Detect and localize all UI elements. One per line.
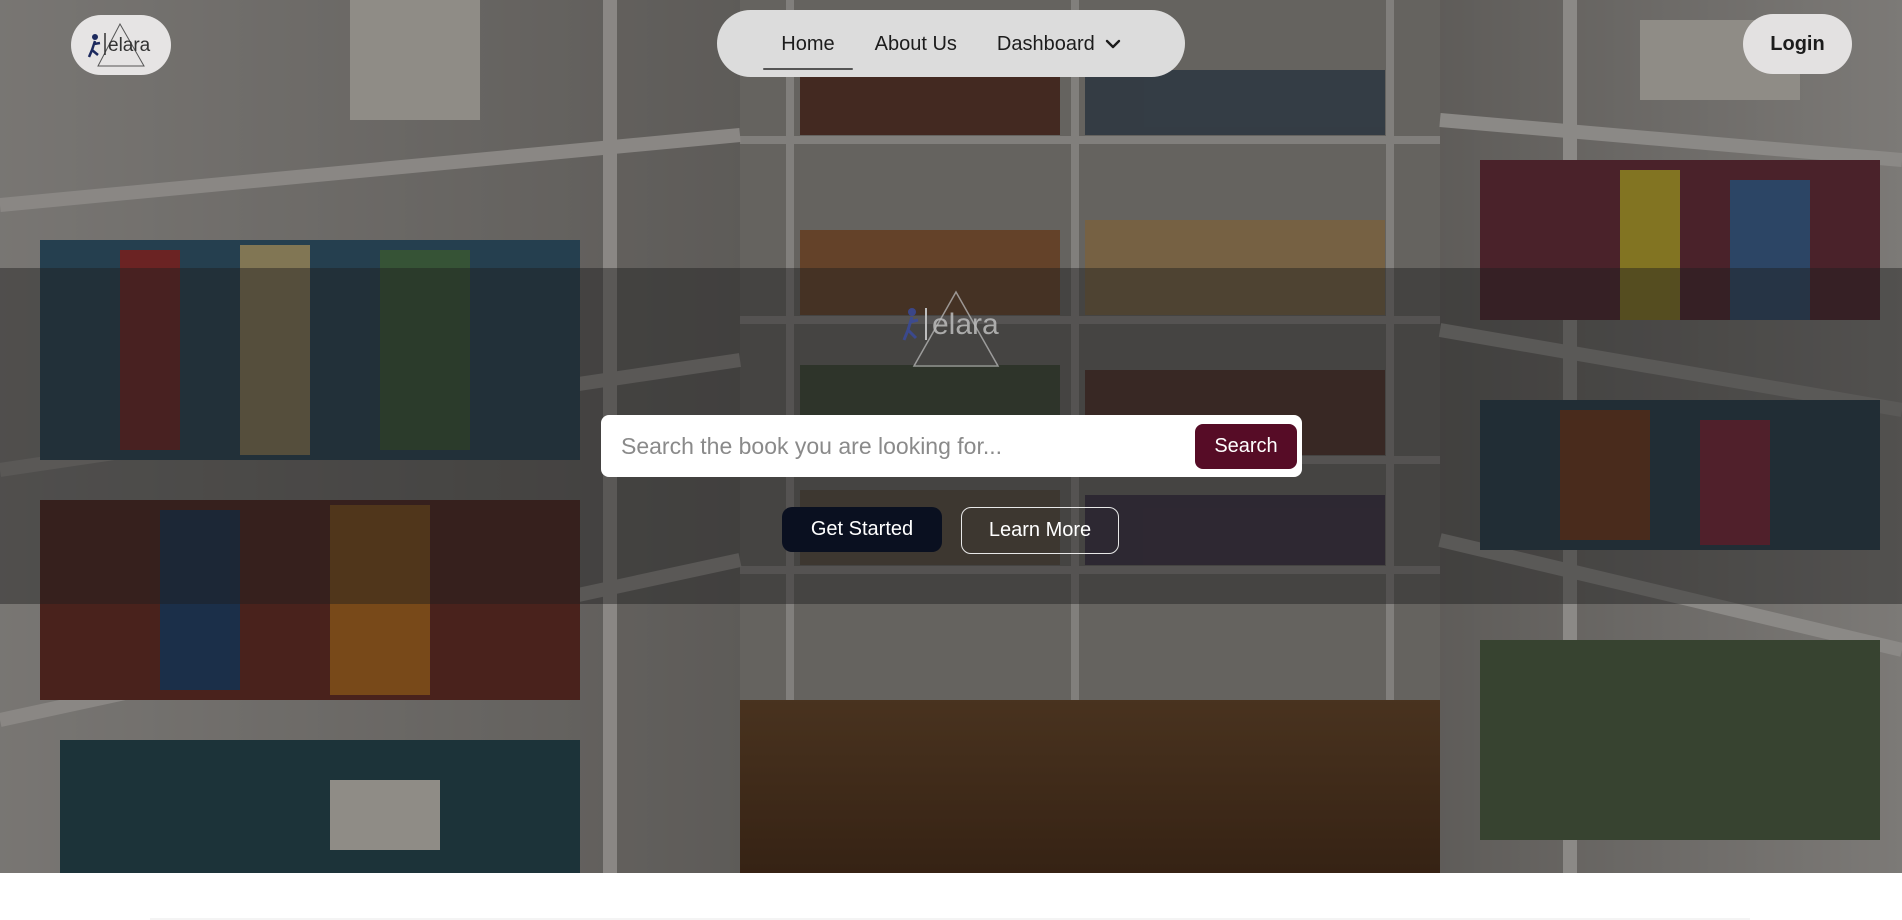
search-button[interactable]: Search <box>1195 423 1297 469</box>
walking-person-logo-icon: elara <box>87 23 151 67</box>
nav-item-dashboard[interactable]: Dashboard <box>977 24 1141 64</box>
main-nav: Home About Us Dashboard <box>717 10 1185 77</box>
brand-logo-button[interactable]: elara <box>71 15 171 75</box>
center-logo-text: elara <box>932 308 999 341</box>
brand-logo-text: elara <box>108 35 151 56</box>
nav-item-home[interactable]: Home <box>761 24 854 70</box>
nav-item-label: About Us <box>874 32 957 55</box>
learn-more-button[interactable]: Learn More <box>961 507 1119 554</box>
search-bar: Search <box>601 415 1302 477</box>
elara-center-logo-icon: elara <box>902 290 1000 367</box>
content-section-top <box>0 873 1902 920</box>
search-input[interactable] <box>601 415 1195 477</box>
get-started-button[interactable]: Get Started <box>782 507 942 552</box>
nav-item-about-us[interactable]: About Us <box>855 24 977 64</box>
chevron-down-icon <box>1105 39 1120 48</box>
login-button[interactable]: Login <box>1743 14 1852 74</box>
page: elara Search Get Started Learn More elar… <box>0 0 1902 920</box>
nav-item-label: Dashboard <box>996 32 1095 55</box>
hero-section: elara Search Get Started Learn More <box>0 0 1902 873</box>
nav-item-label: Home <box>781 32 835 55</box>
